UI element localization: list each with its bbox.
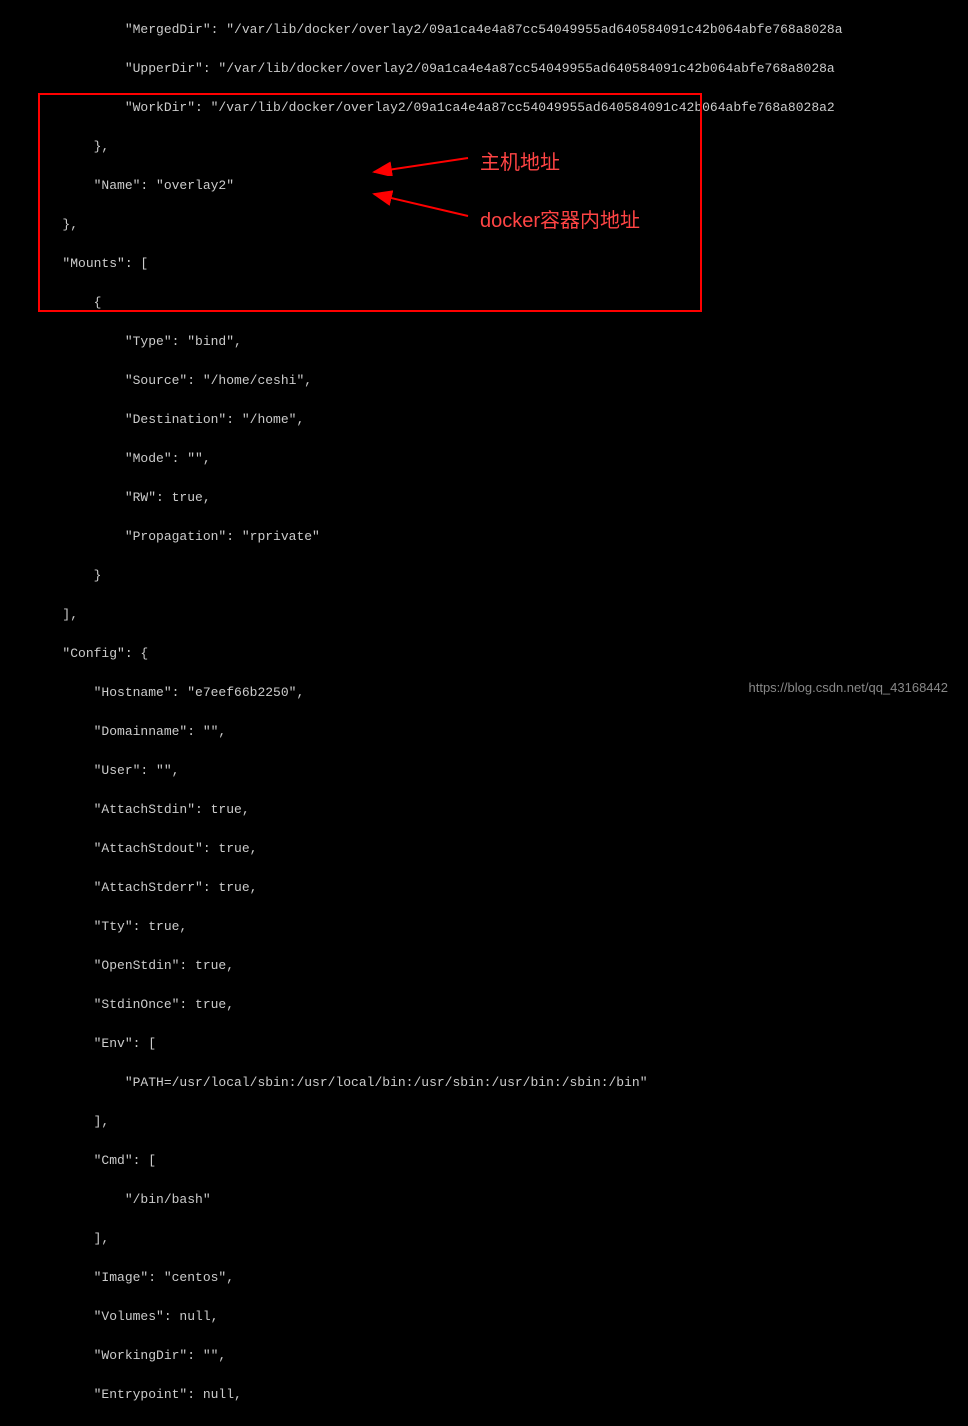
code-line: "Cmd": [ xyxy=(0,1151,968,1171)
code-line: "Config": { xyxy=(0,644,968,664)
code-line: "Mode": "", xyxy=(0,449,968,469)
code-line: "AttachStdout": true, xyxy=(0,839,968,859)
code-line: "WorkingDir": "", xyxy=(0,1346,968,1366)
code-line: "Tty": true, xyxy=(0,917,968,937)
code-line: { xyxy=(0,293,968,313)
code-line: "Volumes": null, xyxy=(0,1307,968,1327)
code-line: ], xyxy=(0,605,968,625)
code-line: } xyxy=(0,566,968,586)
code-line: "Mounts": [ xyxy=(0,254,968,274)
code-line: "Destination": "/home", xyxy=(0,410,968,430)
annotation-host-address: 主机地址 xyxy=(480,148,560,178)
code-line: "Source": "/home/ceshi", xyxy=(0,371,968,391)
code-line: "Domainname": "", xyxy=(0,722,968,742)
code-line: "User": "", xyxy=(0,761,968,781)
code-line: ], xyxy=(0,1112,968,1132)
code-line: "Env": [ xyxy=(0,1034,968,1054)
code-line: "UpperDir": "/var/lib/docker/overlay2/09… xyxy=(0,59,968,79)
code-line: "Type": "bind", xyxy=(0,332,968,352)
code-line: "OnBuild": null, xyxy=(0,1424,968,1426)
code-line: "Name": "overlay2" xyxy=(0,176,968,196)
code-line: "MergedDir": "/var/lib/docker/overlay2/0… xyxy=(0,20,968,40)
code-line: "Entrypoint": null, xyxy=(0,1385,968,1405)
code-line: "PATH=/usr/local/sbin:/usr/local/bin:/us… xyxy=(0,1073,968,1093)
code-line: "Image": "centos", xyxy=(0,1268,968,1288)
code-line: "AttachStderr": true, xyxy=(0,878,968,898)
code-line: "Propagation": "rprivate" xyxy=(0,527,968,547)
code-line: "RW": true, xyxy=(0,488,968,508)
code-line: "StdinOnce": true, xyxy=(0,995,968,1015)
watermark-text: https://blog.csdn.net/qq_43168442 xyxy=(749,678,949,698)
annotation-docker-internal: docker容器内地址 xyxy=(480,206,640,236)
code-line: "/bin/bash" xyxy=(0,1190,968,1210)
code-line: "AttachStdin": true, xyxy=(0,800,968,820)
code-line: "WorkDir": "/var/lib/docker/overlay2/09a… xyxy=(0,98,968,118)
code-line: "OpenStdin": true, xyxy=(0,956,968,976)
code-line: ], xyxy=(0,1229,968,1249)
